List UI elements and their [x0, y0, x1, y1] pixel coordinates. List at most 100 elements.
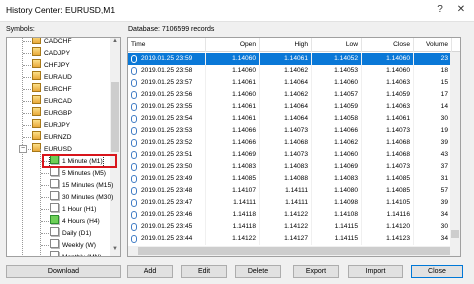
- download-button[interactable]: Download: [6, 265, 121, 278]
- tree-vertical-scrollbar[interactable]: ▲ ▼: [110, 38, 120, 256]
- table-row[interactable]: 2019.01.25 23:49 1.14085 1.14088 1.14083 1.1…: [128, 173, 460, 185]
- table-row[interactable]: 2019.01.25 23:51 1.14069 1.14073 1.14060 1.1…: [128, 149, 460, 161]
- cell-time: 2019.01.25 23:56: [128, 89, 206, 101]
- bar-record-icon: [131, 103, 137, 111]
- tree-item-timeframe[interactable]: Daily (D1): [50, 227, 91, 239]
- table-row[interactable]: 2019.01.25 23:48 1.14107 1.14111 1.14080 1.1…: [128, 185, 460, 197]
- cell-open: 1.14061: [206, 101, 260, 113]
- tree-item-timeframe[interactable]: 4 Hours (H4): [50, 215, 100, 227]
- tree-item-timeframe[interactable]: Weekly (W): [50, 239, 96, 251]
- tree-item-cadjpy[interactable]: CADJPY: [32, 47, 70, 59]
- timeframe-icon: [50, 179, 59, 188]
- tree-item-eurchf[interactable]: EURCHF: [32, 83, 71, 95]
- tree-item-euraud[interactable]: EURAUD: [32, 71, 72, 83]
- bar-record-icon: [131, 139, 137, 147]
- cell-close: 1.14123: [362, 233, 414, 245]
- table-row[interactable]: 2019.01.25 23:44 1.14122 1.14127 1.14115 1.1…: [128, 233, 460, 245]
- cell-open: 1.14118: [206, 221, 260, 233]
- column-header-high[interactable]: High: [260, 38, 312, 52]
- scroll-thumb[interactable]: [451, 230, 459, 238]
- cell-volume: 23: [414, 53, 452, 65]
- tree-item-eurcad[interactable]: EURCAD: [32, 95, 72, 107]
- table-row[interactable]: 2019.01.25 23:47 1.14111 1.14111 1.14098 1.1…: [128, 197, 460, 209]
- import-button[interactable]: Import: [348, 265, 403, 278]
- scroll-thumb[interactable]: [111, 82, 119, 152]
- bar-record-icon: [131, 151, 137, 159]
- cell-high: 1.14062: [260, 65, 312, 77]
- symbols-tree[interactable]: ▲ ▼ CADCHF CADJPY CHFJPY EURAUD EURCHF EURCAD…: [6, 37, 121, 257]
- cell-time: 2019.01.25 23:47: [128, 197, 206, 209]
- cell-volume: 15: [414, 77, 452, 89]
- cell-high: 1.14122: [260, 209, 312, 221]
- close-button[interactable]: Close: [411, 265, 463, 278]
- timeframe-icon: [50, 191, 59, 200]
- table-row[interactable]: 2019.01.25 23:56 1.14060 1.14062 1.14057 1.1…: [128, 89, 460, 101]
- table-vertical-scrollbar[interactable]: [450, 52, 460, 248]
- add-button[interactable]: Add: [127, 265, 173, 278]
- column-header-time[interactable]: Time: [128, 38, 206, 52]
- window-title: History Center: EURUSD,M1: [6, 5, 116, 15]
- column-header-open[interactable]: Open: [206, 38, 260, 52]
- tree-item-label: CADCHF: [44, 38, 72, 45]
- tree-connector: [23, 53, 31, 54]
- close-icon[interactable]: ✕: [452, 2, 470, 18]
- column-header-volume[interactable]: Volume: [414, 38, 452, 52]
- cell-volume: 37: [414, 161, 452, 173]
- tree-item-eurnzd[interactable]: EURNZD: [32, 131, 71, 143]
- table-row[interactable]: 2019.01.25 23:55 1.14061 1.14064 1.14059 1.1…: [128, 101, 460, 113]
- tree-item-label: 4 Hours (H4): [62, 218, 100, 225]
- export-button[interactable]: Export: [293, 265, 339, 278]
- column-header-low[interactable]: Low: [312, 38, 362, 52]
- tree-item-label: Weekly (W): [62, 242, 96, 249]
- cell-high: 1.14068: [260, 137, 312, 149]
- table-row[interactable]: 2019.01.25 23:54 1.14061 1.14064 1.14058 1.1…: [128, 113, 460, 125]
- cell-low: 1.14060: [312, 149, 362, 161]
- cell-open: 1.14060: [206, 89, 260, 101]
- cell-open: 1.14085: [206, 173, 260, 185]
- edit-button[interactable]: Edit: [181, 265, 227, 278]
- scroll-up-icon[interactable]: ▲: [110, 38, 120, 48]
- tree-item-timeframe[interactable]: 1 Hour (H1): [50, 203, 96, 215]
- table-row[interactable]: 2019.01.25 23:59 1.14060 1.14061 1.14052 1.1…: [128, 53, 460, 65]
- tree-connector: [41, 245, 49, 246]
- cell-high: 1.14122: [260, 221, 312, 233]
- cell-time: 2019.01.25 23:48: [128, 185, 206, 197]
- tree-item-label: EURGBP: [44, 110, 72, 117]
- tree-connector: [23, 113, 31, 114]
- tree-item-timeframe[interactable]: 30 Minutes (M30): [50, 191, 113, 203]
- tree-item-cadchf[interactable]: CADCHF: [32, 38, 72, 47]
- cell-volume: 30: [414, 113, 452, 125]
- table-row[interactable]: 2019.01.25 23:58 1.14060 1.14062 1.14053 1.1…: [128, 65, 460, 77]
- selection-highlight-box: [42, 154, 117, 168]
- help-icon[interactable]: ?: [432, 2, 448, 18]
- cell-volume: 39: [414, 137, 452, 149]
- cell-open: 1.14107: [206, 185, 260, 197]
- tree-item-eurgbp[interactable]: EURGBP: [32, 107, 72, 119]
- table-horizontal-scrollbar[interactable]: [128, 246, 460, 256]
- cell-volume: 57: [414, 185, 452, 197]
- table-header: Time Open High Low Close Volume: [128, 38, 460, 52]
- table-row[interactable]: 2019.01.25 23:45 1.14118 1.14122 1.14115 1.1…: [128, 221, 460, 233]
- tree-item-label: EURCHF: [44, 86, 72, 93]
- collapse-icon[interactable]: −: [19, 145, 27, 153]
- table-row[interactable]: 2019.01.25 23:50 1.14083 1.14083 1.14069 1.1…: [128, 161, 460, 173]
- table-row[interactable]: 2019.01.25 23:53 1.14066 1.14073 1.14066 1.1…: [128, 125, 460, 137]
- tree-item-label: 30 Minutes (M30): [62, 194, 114, 201]
- cell-open: 1.14118: [206, 209, 260, 221]
- tree-item-timeframe[interactable]: 15 Minutes (M15): [50, 179, 113, 191]
- column-header-close[interactable]: Close: [362, 38, 414, 52]
- tree-item-chfjpy[interactable]: CHFJPY: [32, 59, 70, 71]
- tree-item-timeframe[interactable]: 5 Minutes (M5): [50, 167, 106, 179]
- table-row[interactable]: 2019.01.25 23:46 1.14118 1.14122 1.14108 1.1…: [128, 209, 460, 221]
- tree-connector: [23, 89, 31, 90]
- scroll-down-icon[interactable]: ▼: [110, 246, 120, 256]
- scroll-thumb[interactable]: [138, 247, 450, 255]
- tree-item-timeframe[interactable]: Monthly (MN): [50, 251, 102, 256]
- history-table[interactable]: Time Open High Low Close Volume 2019.01.25 23…: [127, 37, 461, 257]
- tree-connector: [41, 197, 49, 198]
- tree-item-eurjpy[interactable]: EURJPY: [32, 119, 70, 131]
- cell-time: 2019.01.25 23:58: [128, 65, 206, 77]
- delete-button[interactable]: Delete: [235, 265, 281, 278]
- table-row[interactable]: 2019.01.25 23:52 1.14066 1.14068 1.14062 1.1…: [128, 137, 460, 149]
- table-row[interactable]: 2019.01.25 23:57 1.14061 1.14064 1.14060 1.1…: [128, 77, 460, 89]
